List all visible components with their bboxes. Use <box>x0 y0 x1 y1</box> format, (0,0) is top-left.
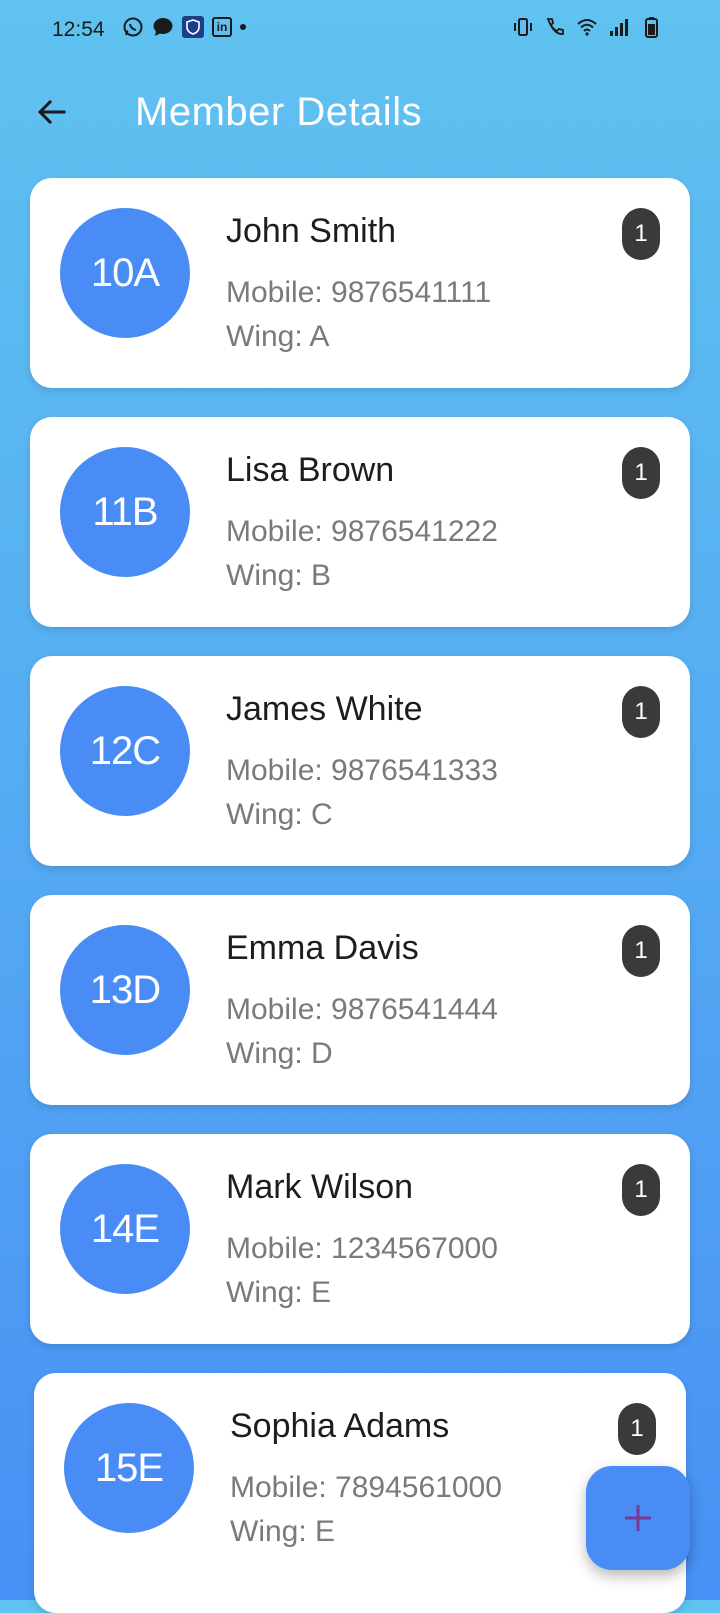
member-card[interactable]: 12C James White Mobile: 9876541333 Wing:… <box>30 656 690 866</box>
member-mobile: Mobile: 7894561000 <box>230 1471 502 1504</box>
member-name: Mark Wilson <box>226 1168 414 1206</box>
back-button[interactable] <box>30 90 74 134</box>
status-time: 12:54 <box>52 18 105 41</box>
back-arrow-icon <box>37 99 66 125</box>
notification-icons: in <box>122 16 246 38</box>
count-badge: 1 <box>622 686 660 738</box>
app-bar: Member Details <box>0 72 720 152</box>
unit-avatar: 11B <box>60 447 190 577</box>
status-bar: 12:54 in <box>0 0 720 60</box>
system-icons <box>512 16 662 38</box>
member-wing: Wing: C <box>226 798 333 831</box>
battery-icon <box>640 16 662 38</box>
member-name: John Smith <box>226 212 397 250</box>
count-badge: 1 <box>622 925 660 977</box>
member-name: Emma Davis <box>226 929 419 967</box>
count-badge: 1 <box>622 208 660 260</box>
count-badge: 1 <box>622 1164 660 1216</box>
vibrate-icon <box>512 16 534 38</box>
member-name: James White <box>226 690 423 728</box>
member-name: Lisa Brown <box>226 451 395 489</box>
member-wing: Wing: A <box>226 320 330 353</box>
unit-avatar: 13D <box>60 925 190 1055</box>
count-badge: 1 <box>618 1403 656 1455</box>
member-wing: Wing: E <box>230 1515 336 1548</box>
signal-icon <box>608 16 630 38</box>
member-card[interactable]: 13D Emma Davis Mobile: 9876541444 Wing: … <box>30 895 690 1105</box>
chat-icon <box>152 16 174 38</box>
shield-icon <box>182 16 204 38</box>
page-title: Member Details <box>135 90 423 134</box>
unit-avatar: 14E <box>60 1164 190 1294</box>
member-mobile: Mobile: 1234567000 <box>226 1232 498 1265</box>
member-card[interactable]: 11B Lisa Brown Mobile: 9876541222 Wing: … <box>30 417 690 627</box>
unit-avatar: 10A <box>60 208 190 338</box>
unit-avatar: 15E <box>64 1403 194 1533</box>
member-wing: Wing: E <box>226 1276 332 1309</box>
member-mobile: Mobile: 9876541333 <box>226 754 498 787</box>
dot-icon <box>240 24 246 30</box>
member-wing: Wing: D <box>226 1037 333 1070</box>
wifi-call-icon <box>544 16 566 38</box>
plus-icon <box>625 1505 651 1531</box>
member-mobile: Mobile: 9876541444 <box>226 993 498 1026</box>
member-name: Sophia Adams <box>230 1407 450 1445</box>
member-mobile: Mobile: 9876541111 <box>226 276 492 309</box>
whatsapp-icon <box>122 16 144 38</box>
member-card[interactable]: 14E Mark Wilson Mobile: 1234567000 Wing:… <box>30 1134 690 1344</box>
count-badge: 1 <box>622 447 660 499</box>
member-mobile: Mobile: 9876541222 <box>226 515 498 548</box>
member-wing: Wing: B <box>226 559 332 592</box>
unit-avatar: 12C <box>60 686 190 816</box>
linkedin-icon: in <box>212 17 232 37</box>
add-member-button[interactable] <box>586 1466 690 1570</box>
wifi-icon <box>576 16 598 38</box>
member-card[interactable]: 10A John Smith Mobile: 9876541111 Wing: … <box>30 178 690 388</box>
